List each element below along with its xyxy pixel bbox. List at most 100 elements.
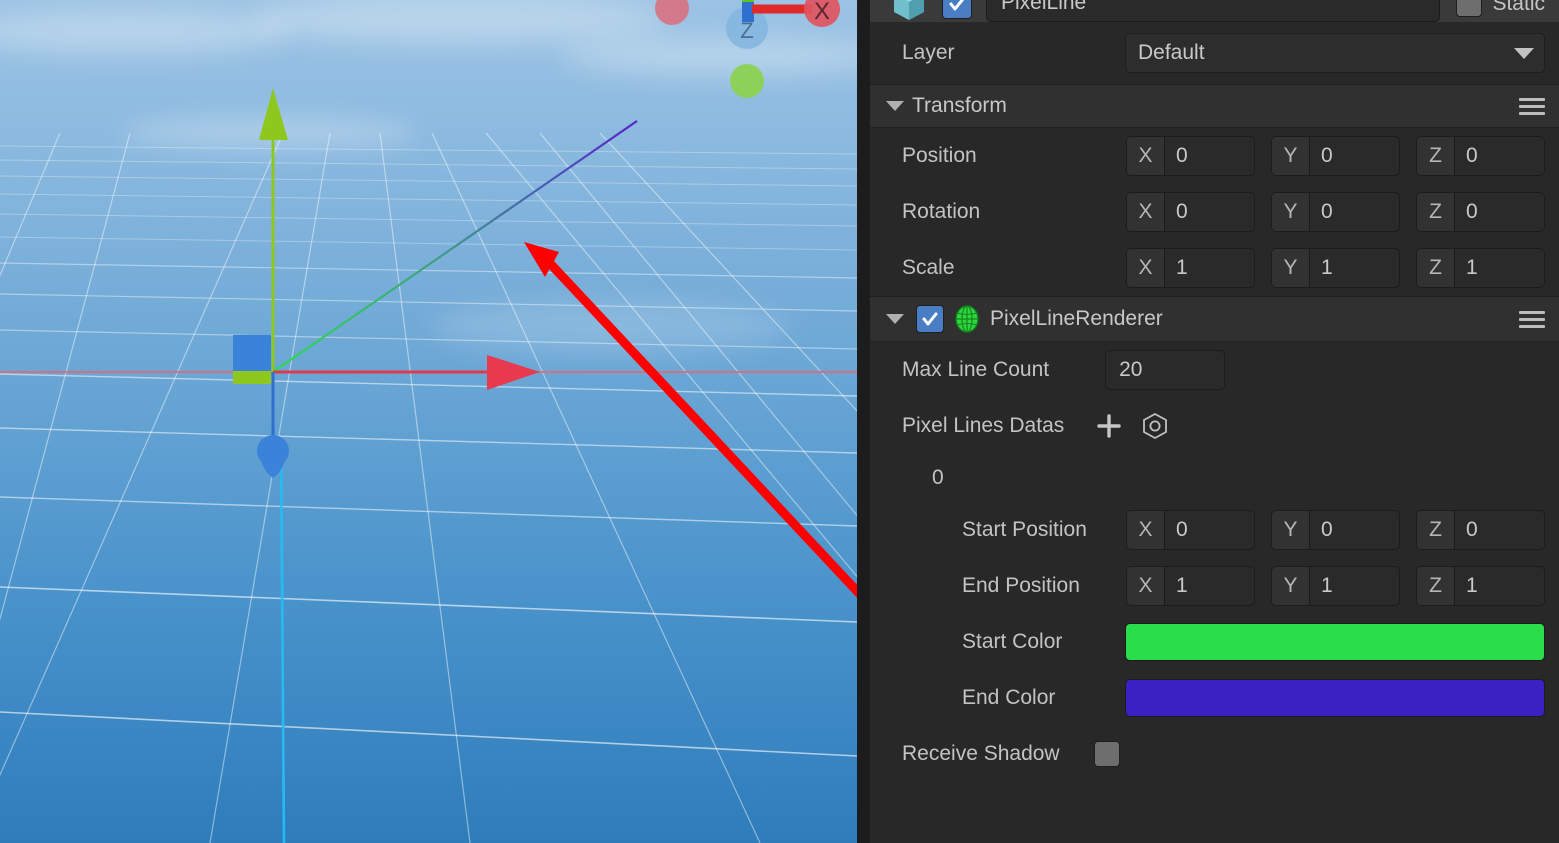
scale-z-field[interactable]: Z 1 [1416, 248, 1545, 288]
axis-label-z: Z [1417, 137, 1455, 175]
chevron-down-icon [1514, 47, 1534, 59]
rotation-z-value: 0 [1466, 200, 1478, 223]
plus-icon[interactable] [1092, 409, 1126, 443]
checkmark-icon [949, 0, 965, 11]
pixel-lines-datas-row: Pixel Lines Datas [870, 398, 1559, 454]
move-gizmo [233, 88, 540, 478]
end-position-label: End Position [962, 574, 1080, 597]
end-position-x-field[interactable]: X 1 [1126, 566, 1255, 606]
gizmo-x-arrow-head [487, 355, 540, 390]
end-position-z-field[interactable]: Z 1 [1416, 566, 1545, 606]
rotation-y-value: 0 [1321, 200, 1333, 223]
rotation-z-field[interactable]: Z 0 [1416, 192, 1545, 232]
receive-shadow-checkbox[interactable] [1093, 741, 1120, 767]
receive-shadow-row: Receive Shadow [870, 726, 1559, 782]
axis-label-x: X [1127, 193, 1165, 231]
end-position-vector3: X 1 Y 1 Z 1 [1126, 566, 1545, 606]
start-position-label: Start Position [962, 518, 1087, 541]
end-position-y-field[interactable]: Y 1 [1271, 566, 1400, 606]
start-color-swatch[interactable] [1125, 623, 1545, 661]
scene-grid [0, 132, 857, 843]
start-position-x-value: 0 [1176, 518, 1188, 541]
scale-y-value: 1 [1321, 256, 1333, 279]
scene-render: Z X [0, 0, 857, 843]
checkmark-icon [922, 312, 938, 326]
start-position-vector3: X 0 Y 0 Z 0 [1126, 510, 1545, 550]
scale-vector3: X 1 Y 1 Z 1 [1126, 248, 1545, 288]
layer-label: Layer [902, 41, 955, 64]
collapse-triangle-icon[interactable] [886, 314, 904, 324]
static-checkbox[interactable] [1456, 0, 1483, 17]
gizmo-xy-plane-handle [233, 335, 271, 373]
gizmo-y-arrow-head [259, 88, 288, 140]
start-position-row: Start Position X 0 Y 0 Z 0 [870, 502, 1559, 558]
position-z-value: 0 [1466, 144, 1478, 167]
scene-orientation-gizmo: Z X [655, 0, 840, 98]
rendered-pixel-line [272, 120, 638, 373]
end-color-label: End Color [962, 686, 1056, 709]
layer-row: Layer Default [870, 22, 1559, 84]
gameobject-header: PixelLine Static [870, 0, 1559, 22]
element-index-label: 0 [932, 466, 944, 489]
end-color-swatch[interactable] [1125, 679, 1545, 717]
axis-label-y: Y [1272, 249, 1310, 287]
pixel-lines-datas-element-row[interactable]: 0 [870, 454, 1559, 502]
gameobject-name-input[interactable]: PixelLine [986, 0, 1441, 22]
max-line-count-row: Max Line Count 20 [870, 342, 1559, 398]
script-sphere-icon [955, 305, 979, 333]
start-color-row: Start Color [870, 614, 1559, 670]
scale-y-field[interactable]: Y 1 [1271, 248, 1400, 288]
annotation-arrow-shaft [541, 254, 857, 598]
static-label: Static [1492, 0, 1545, 15]
layer-dropdown[interactable]: Default [1125, 33, 1545, 73]
pixellinerenderer-section-header[interactable]: PixelLineRenderer [870, 296, 1559, 342]
rotation-x-field[interactable]: X 0 [1126, 192, 1255, 232]
end-color-row: End Color [870, 670, 1559, 726]
axis-label-x: X [1127, 137, 1165, 175]
end-position-z-value: 1 [1466, 574, 1478, 597]
gizmo-y-stub [742, 0, 754, 2]
plus-glyph [1097, 414, 1121, 438]
position-y-field[interactable]: Y 0 [1271, 136, 1400, 176]
transform-section-header[interactable]: Transform [870, 84, 1559, 128]
gameobject-enabled-checkbox[interactable] [942, 0, 972, 19]
scale-x-field[interactable]: X 1 [1126, 248, 1255, 288]
layer-value: Default [1138, 41, 1205, 64]
max-line-count-label: Max Line Count [902, 358, 1050, 381]
start-position-z-field[interactable]: Z 0 [1416, 510, 1545, 550]
rotation-y-field[interactable]: Y 0 [1271, 192, 1400, 232]
panel-divider [857, 0, 870, 843]
axis-label-y: Y [1272, 511, 1310, 549]
max-line-count-input[interactable]: 20 [1105, 350, 1226, 390]
position-x-field[interactable]: X 0 [1126, 136, 1255, 176]
gizmo-neg-x-handle [655, 0, 689, 25]
gizmo-xz-plane-handle [233, 371, 271, 384]
axis-label-x: X [1127, 249, 1165, 287]
position-z-field[interactable]: Z 0 [1416, 136, 1545, 176]
axis-label-z: Z [1417, 193, 1455, 231]
start-position-y-field[interactable]: Y 0 [1271, 510, 1400, 550]
transform-title: Transform [912, 94, 1007, 117]
axis-label-x: X [1127, 511, 1165, 549]
rotation-x-value: 0 [1176, 200, 1188, 223]
pixel-lines-datas-label: Pixel Lines Datas [902, 414, 1065, 437]
target-hex-icon[interactable] [1138, 409, 1172, 443]
start-position-x-field[interactable]: X 0 [1126, 510, 1255, 550]
max-line-count-value: 20 [1119, 358, 1143, 381]
transform-context-menu-icon[interactable] [1519, 97, 1545, 115]
axis-label-z: Z [1417, 249, 1455, 287]
transform-scale-row: Scale X 1 Y 1 Z 1 [870, 240, 1559, 296]
position-label: Position [902, 144, 977, 167]
start-position-z-value: 0 [1466, 518, 1478, 541]
scene-view[interactable]: Z X [0, 0, 857, 843]
end-position-y-value: 1 [1321, 574, 1333, 597]
collapse-triangle-icon[interactable] [886, 101, 904, 111]
static-toggle-group[interactable]: Static [1456, 0, 1545, 17]
component-enabled-checkbox[interactable] [916, 305, 944, 333]
axis-label-x: X [1127, 567, 1165, 605]
start-position-y-value: 0 [1321, 518, 1333, 541]
pixellinerenderer-context-menu-icon[interactable] [1519, 310, 1545, 328]
gameobject-name-value: PixelLine [1001, 0, 1087, 14]
axis-label-y: Y [1272, 137, 1310, 175]
receive-shadow-label: Receive Shadow [902, 742, 1060, 765]
